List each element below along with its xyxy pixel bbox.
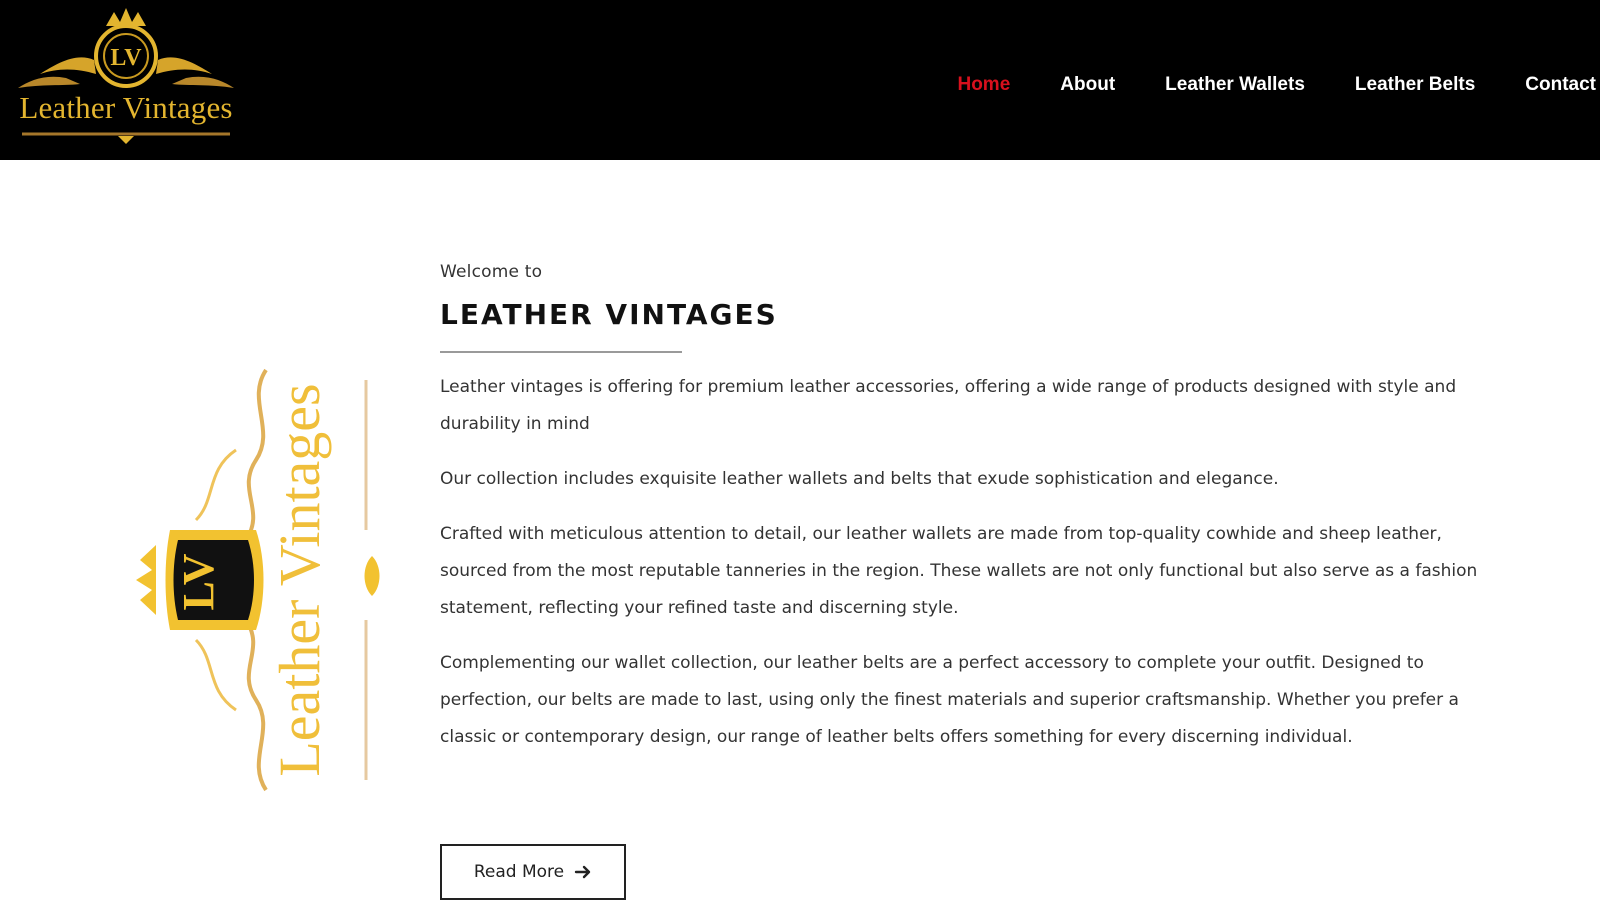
nav-contact[interactable]: Contact bbox=[1525, 74, 1596, 96]
site-header: LV Leather Vintages Home About Leather W… bbox=[0, 0, 1600, 160]
collection-paragraph: Our collection includes exquisite leathe… bbox=[440, 469, 1279, 489]
side-crest-monogram: LV bbox=[174, 553, 223, 610]
side-brand-logo: LV Leather Vintages bbox=[136, 360, 386, 800]
lv-shield-crest-icon: LV bbox=[136, 368, 380, 792]
intro-paragraph: Leather vintages is offering for premium… bbox=[440, 377, 1457, 434]
arrow-right-icon bbox=[574, 865, 591, 879]
welcome-text: Welcome to bbox=[440, 262, 543, 282]
crown-crest-icon: LV bbox=[18, 8, 234, 144]
main-nav: Home About Leather Wallets Leather Belts… bbox=[957, 74, 1596, 96]
nav-home[interactable]: Home bbox=[957, 74, 1010, 96]
page-title: LEATHER VINTAGES bbox=[440, 298, 778, 331]
title-divider bbox=[440, 351, 682, 353]
wallets-paragraph: Crafted with meticulous attention to det… bbox=[440, 524, 1478, 618]
nav-about[interactable]: About bbox=[1060, 74, 1115, 96]
welcome-section: Welcome to LEATHER VINTAGES Leather vint… bbox=[440, 262, 1500, 756]
brand-name: Leather Vintages bbox=[19, 90, 233, 125]
crest-monogram: LV bbox=[110, 45, 142, 71]
brand-logo[interactable]: LV Leather Vintages bbox=[6, 8, 246, 150]
nav-leather-wallets[interactable]: Leather Wallets bbox=[1165, 74, 1305, 96]
side-brand-name: Leather Vintages bbox=[267, 383, 332, 777]
read-more-button[interactable]: Read More bbox=[440, 844, 626, 900]
nav-leather-belts[interactable]: Leather Belts bbox=[1355, 74, 1475, 96]
read-more-label: Read More bbox=[473, 862, 565, 882]
belts-paragraph: Complementing our wallet collection, our… bbox=[440, 653, 1459, 747]
